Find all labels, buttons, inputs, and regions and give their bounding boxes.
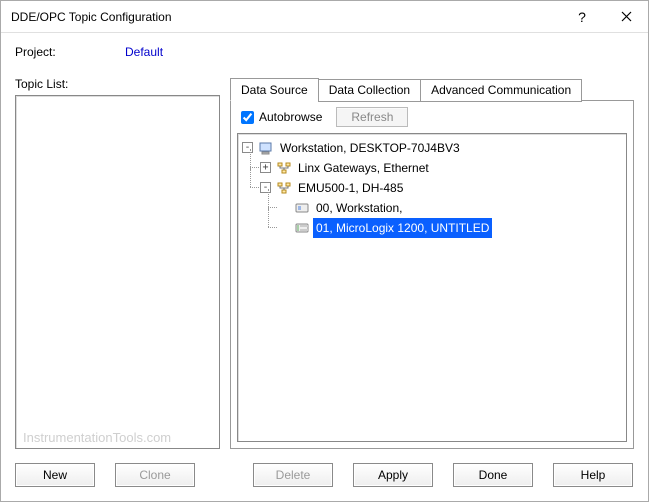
tree-node-linx-gateways[interactable]: + Linx Gateways, Ethernet: [260, 158, 624, 178]
dialog-window: DDE/OPC Topic Configuration ? Project: D…: [0, 0, 649, 502]
close-icon: [621, 11, 632, 22]
tree-node-00-workstation[interactable]: 00, Workstation,: [278, 198, 624, 218]
tab-strip: Data Source Data Collection Advanced Com…: [230, 77, 634, 100]
network-icon: [276, 161, 292, 175]
tree-node-workstation[interactable]: - Workstation, DESKTOP-70J4BV3: [242, 138, 624, 158]
plc-icon: [294, 221, 310, 235]
button-row: New Clone Delete Apply Done Help: [15, 463, 634, 487]
tab-data-source[interactable]: Data Source: [230, 78, 319, 101]
project-label: Project:: [15, 45, 125, 59]
panel-controls: Autobrowse Refresh: [237, 107, 627, 127]
right-column: Data Source Data Collection Advanced Com…: [230, 77, 634, 449]
autobrowse-label: Autobrowse: [259, 110, 322, 124]
device-tree[interactable]: - Workstation, DESKTOP-70J4BV3: [237, 133, 627, 442]
tab-panel: Autobrowse Refresh -: [230, 100, 634, 449]
tree-node-emu500[interactable]: - EMU500-1, DH-485: [260, 178, 624, 198]
help-button[interactable]: Help: [553, 463, 633, 487]
window-title: DDE/OPC Topic Configuration: [11, 10, 560, 24]
refresh-button[interactable]: Refresh: [336, 107, 408, 127]
delete-button[interactable]: Delete: [253, 463, 333, 487]
titlebar: DDE/OPC Topic Configuration ?: [1, 1, 648, 33]
topic-list-label: Topic List:: [15, 77, 220, 91]
tree-label-selected: 01, MicroLogix 1200, UNTITLED: [313, 218, 492, 238]
tree-label: Workstation, DESKTOP-70J4BV3: [277, 138, 463, 158]
topic-list-box[interactable]: [15, 95, 220, 449]
clone-button[interactable]: Clone: [115, 463, 195, 487]
autobrowse-checkbox-wrap[interactable]: Autobrowse: [241, 110, 322, 124]
network-icon: [276, 181, 292, 195]
main-area: Topic List: Data Source Data Collection …: [15, 77, 634, 449]
done-button[interactable]: Done: [453, 463, 533, 487]
new-button[interactable]: New: [15, 463, 95, 487]
expander-plus-icon[interactable]: +: [260, 162, 271, 173]
tab-advanced-communication[interactable]: Advanced Communication: [420, 79, 582, 102]
autobrowse-checkbox[interactable]: [241, 111, 254, 124]
tree-label: EMU500-1, DH-485: [295, 178, 406, 198]
apply-button[interactable]: Apply: [353, 463, 433, 487]
project-value-link[interactable]: Default: [125, 45, 163, 59]
tree-node-01-micrologix[interactable]: 01, MicroLogix 1200, UNTITLED: [278, 218, 624, 238]
tab-data-collection[interactable]: Data Collection: [318, 79, 421, 102]
tree-label: Linx Gateways, Ethernet: [295, 158, 432, 178]
expander-minus-icon[interactable]: -: [260, 182, 271, 193]
topic-list-column: Topic List:: [15, 77, 220, 449]
help-titlebar-button[interactable]: ?: [560, 2, 604, 32]
expander-minus-icon[interactable]: -: [242, 142, 253, 153]
workstation-icon: [258, 141, 274, 155]
close-button[interactable]: [604, 2, 648, 32]
project-row: Project: Default: [15, 45, 634, 59]
tree-label: 00, Workstation,: [313, 198, 405, 218]
device-icon: [294, 201, 310, 215]
content-area: Project: Default Topic List: Data Source…: [1, 33, 648, 501]
